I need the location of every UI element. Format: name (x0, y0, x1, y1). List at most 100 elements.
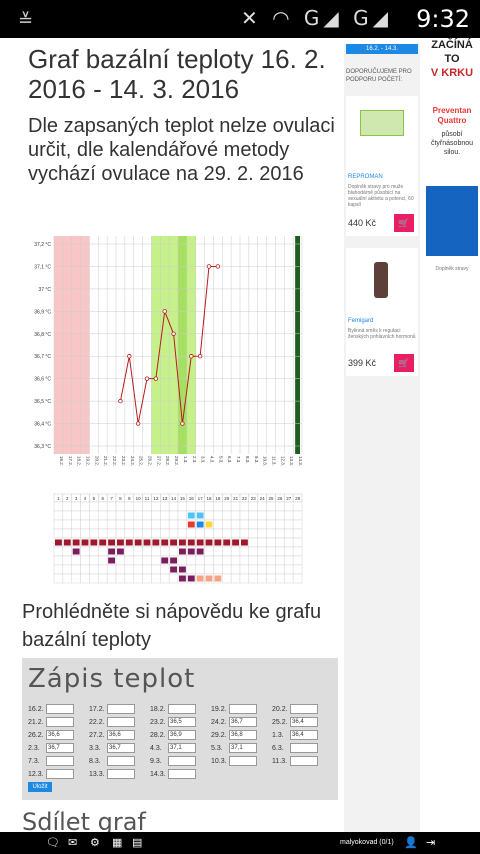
temp-input[interactable]: 36,4 (290, 717, 318, 727)
calendar-icon[interactable]: ▦ (112, 836, 122, 849)
temp-date-label: 24.2. (211, 719, 227, 726)
product-card[interactable]: REPROMAN Doplněk stravy pro muže blahodá… (346, 96, 418, 236)
day-number: 11 (145, 496, 150, 501)
table-cell (257, 501, 267, 512)
temp-input[interactable] (229, 704, 257, 714)
temp-input[interactable] (168, 756, 196, 766)
temp-input[interactable] (107, 769, 135, 779)
temp-input[interactable]: 36,7 (46, 743, 74, 753)
table-cell (80, 519, 90, 530)
table-cell (168, 510, 179, 521)
table-cell (186, 528, 196, 539)
product-name[interactable]: Femigard (348, 318, 373, 324)
table-cell (115, 528, 126, 539)
mail-icon[interactable]: ✉ (68, 836, 77, 849)
day-number: 24 (260, 496, 266, 501)
day-number: 23 (251, 496, 257, 501)
bleeding-mark (81, 539, 89, 546)
user-icon[interactable]: 👤 (404, 836, 418, 849)
temp-input[interactable]: 36,8 (229, 730, 257, 740)
temp-input[interactable] (229, 756, 257, 766)
table-cell (222, 519, 232, 530)
table-cell (204, 510, 214, 521)
temp-input[interactable] (290, 756, 318, 766)
symptom-mark (170, 566, 177, 573)
mucus-mark (205, 521, 213, 528)
bleeding-mark (99, 539, 107, 546)
temp-entry: 19.2. (211, 704, 261, 716)
product-card[interactable]: Femigard Bylinná směs k regulaci ženskýc… (346, 248, 418, 376)
settings-icon[interactable]: ⚙ (90, 836, 100, 849)
temp-entry: 18.2. (150, 704, 200, 716)
temp-input[interactable]: 36,6 (46, 730, 74, 740)
table-cell (292, 519, 303, 530)
symptom-mark (179, 575, 186, 582)
table-cell (80, 573, 90, 584)
table-cell (284, 537, 294, 548)
table-cell (257, 546, 267, 557)
table-cell (133, 510, 143, 521)
temp-input[interactable]: 36,7 (107, 743, 135, 753)
table-cell (71, 501, 81, 512)
table-cell (89, 510, 99, 521)
cart-icon[interactable]: 🛒 (394, 214, 414, 232)
temp-input[interactable] (290, 743, 318, 753)
table-cell (98, 564, 108, 575)
temp-entry: 10.3. (211, 756, 261, 768)
table-cell (168, 519, 179, 530)
temp-input[interactable] (46, 769, 74, 779)
temp-input[interactable]: 36,7 (229, 717, 257, 727)
temp-input[interactable] (290, 704, 318, 714)
temp-date-label: 22.2. (89, 719, 105, 726)
save-button[interactable]: Uložit (28, 782, 52, 792)
temp-input[interactable]: 37,1 (168, 743, 196, 753)
temp-input[interactable] (46, 717, 74, 727)
table-cell (106, 510, 117, 521)
x-tick-label: 20.2. (94, 456, 99, 466)
temp-input[interactable] (46, 704, 74, 714)
logout-icon[interactable]: ⇥ (426, 836, 435, 849)
symptom-mark (179, 566, 186, 573)
y-tick-label: 36,6 °C (34, 377, 51, 383)
comments-icon[interactable]: 🗨 (46, 836, 60, 849)
temp-date-label: 8.3. (89, 758, 101, 765)
temp-input[interactable] (107, 717, 135, 727)
table-cell (151, 573, 161, 584)
bleeding-mark (108, 539, 115, 546)
entry-title: Zápis teplot (28, 664, 196, 694)
ad-banner[interactable]: ZAČÍNÁ TO V KRKU Preventan Quattro působ… (424, 38, 480, 278)
sidebar-intro: DOPORUČUJEME PRO PODPORU POČETÍ: (346, 69, 412, 83)
table-cell (98, 501, 108, 512)
symptom-mark (108, 557, 115, 564)
help-link[interactable]: Prohlédněte si nápovědu ke grafu bazální… (22, 598, 338, 654)
product-name[interactable]: REPROMAN (348, 174, 383, 180)
data-point (135, 421, 141, 426)
symptom-mark (72, 548, 80, 555)
temp-date-label: 7.3. (28, 758, 40, 765)
table-cell (53, 510, 64, 521)
table-cell (80, 528, 90, 539)
temp-input[interactable] (107, 756, 135, 766)
temp-input[interactable]: 36,6 (107, 730, 135, 740)
temp-input[interactable] (107, 704, 135, 714)
temp-input[interactable] (46, 756, 74, 766)
temp-input[interactable]: 36,4 (290, 730, 318, 740)
chart-icon[interactable]: ▤ (132, 836, 142, 849)
table-cell (89, 546, 99, 557)
table-cell (292, 555, 303, 566)
bbt-chart: 37,2 °C 37,1 °C 37 °C 36,9 °C 36,8 °C 36,7 °C… (22, 232, 310, 592)
cart-icon[interactable]: 🛒 (394, 354, 414, 372)
temp-input[interactable]: 37,1 (229, 743, 257, 753)
bleeding-mark (179, 539, 186, 546)
day-number: 15 (180, 496, 186, 501)
table-cell (71, 519, 81, 530)
table-cell (239, 573, 250, 584)
temp-input[interactable]: 36,9 (168, 730, 196, 740)
table-cell (284, 510, 294, 521)
temp-input[interactable] (168, 769, 196, 779)
table-cell (248, 501, 258, 512)
username[interactable]: malyokovad (0/1) (340, 839, 394, 846)
temp-input[interactable] (168, 704, 196, 714)
temp-input[interactable]: 36,5 (168, 717, 196, 727)
bleeding-mark (63, 539, 71, 546)
